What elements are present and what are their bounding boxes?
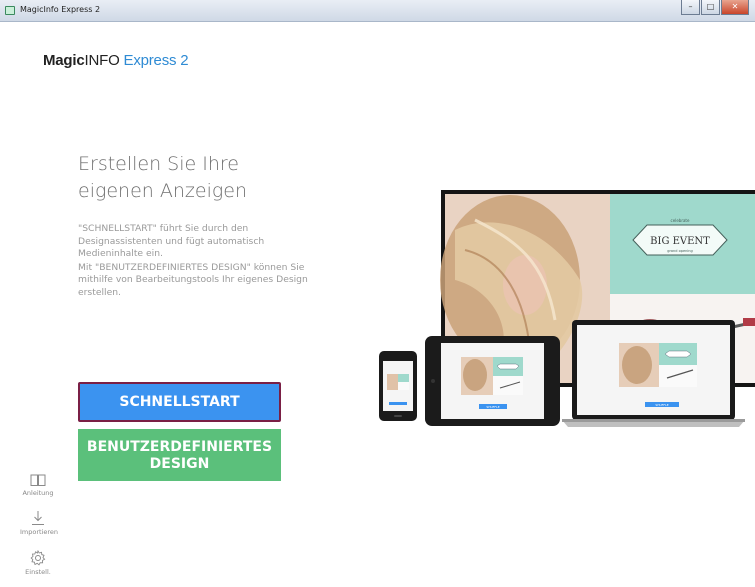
custom-design-label-1: BENUTZERDEFINIERTES bbox=[86, 439, 273, 455]
page-headline: Erstellen Sie Ihre eigenen Anzeigen bbox=[78, 151, 338, 205]
app-window: MagicInfo Express 2 – □ ✕ MagicINFO Expr… bbox=[0, 0, 755, 587]
tablet-shuffle-text: SHUFFLE bbox=[486, 405, 499, 409]
app-icon bbox=[5, 6, 15, 15]
custom-design-button[interactable]: BENUTZERDEFINIERTES DESIGN bbox=[78, 429, 281, 481]
app-logo: MagicINFO Express 2 bbox=[43, 52, 189, 69]
logo-magic: Magic bbox=[43, 52, 85, 69]
description-custom: Mit "BENUTZERDEFINIERTES DESIGN" können … bbox=[78, 261, 308, 298]
laptop: SHUFFLE bbox=[562, 320, 745, 427]
headline-line-2: eigenen Anzeigen bbox=[78, 180, 247, 202]
sidebar-item-label: Einstell. bbox=[25, 568, 51, 576]
sidebar-item-label: Anleitung bbox=[22, 489, 54, 497]
logo-info: INFO bbox=[84, 52, 120, 69]
download-icon bbox=[32, 511, 44, 525]
sign-main-text: BIG EVENT bbox=[650, 236, 710, 247]
phone bbox=[379, 351, 417, 421]
sidebar-item-import[interactable]: Importieren bbox=[20, 510, 59, 536]
devices-illustration: celebrate BIG EVENT grand opening SHUFFL… bbox=[379, 190, 755, 427]
sidebar-item-label: Importieren bbox=[20, 528, 59, 536]
sign-bottom-text: grand opening bbox=[667, 249, 693, 253]
logo-express: Express 2 bbox=[123, 52, 189, 69]
description-quickstart: "SCHNELLSTART" führt Sie durch den Desig… bbox=[78, 223, 265, 259]
book-icon bbox=[30, 474, 46, 486]
sidebar-item-guide[interactable]: Anleitung bbox=[20, 473, 56, 497]
minimize-button[interactable]: – bbox=[681, 0, 700, 15]
laptop-shuffle-text: SHUFFLE bbox=[655, 403, 668, 407]
window-title: MagicInfo Express 2 bbox=[20, 5, 101, 14]
custom-design-label-2: DESIGN bbox=[149, 456, 210, 472]
gear-icon bbox=[30, 550, 46, 566]
sign-top-text: celebrate bbox=[671, 218, 690, 223]
headline-line-1: Erstellen Sie Ihre bbox=[78, 153, 239, 175]
title-bar[interactable]: MagicInfo Express 2 – □ ✕ bbox=[0, 0, 755, 22]
quickstart-button[interactable]: SCHNELLSTART bbox=[78, 382, 281, 422]
maximize-button[interactable]: □ bbox=[701, 0, 720, 15]
description: "SCHNELLSTART" führt Sie durch den Desig… bbox=[78, 223, 318, 300]
tablet: SHUFFLE bbox=[425, 336, 560, 426]
window-controls: – □ ✕ bbox=[681, 0, 755, 15]
close-button[interactable]: ✕ bbox=[721, 0, 749, 15]
sidebar-item-settings[interactable]: Einstell. bbox=[20, 550, 56, 576]
